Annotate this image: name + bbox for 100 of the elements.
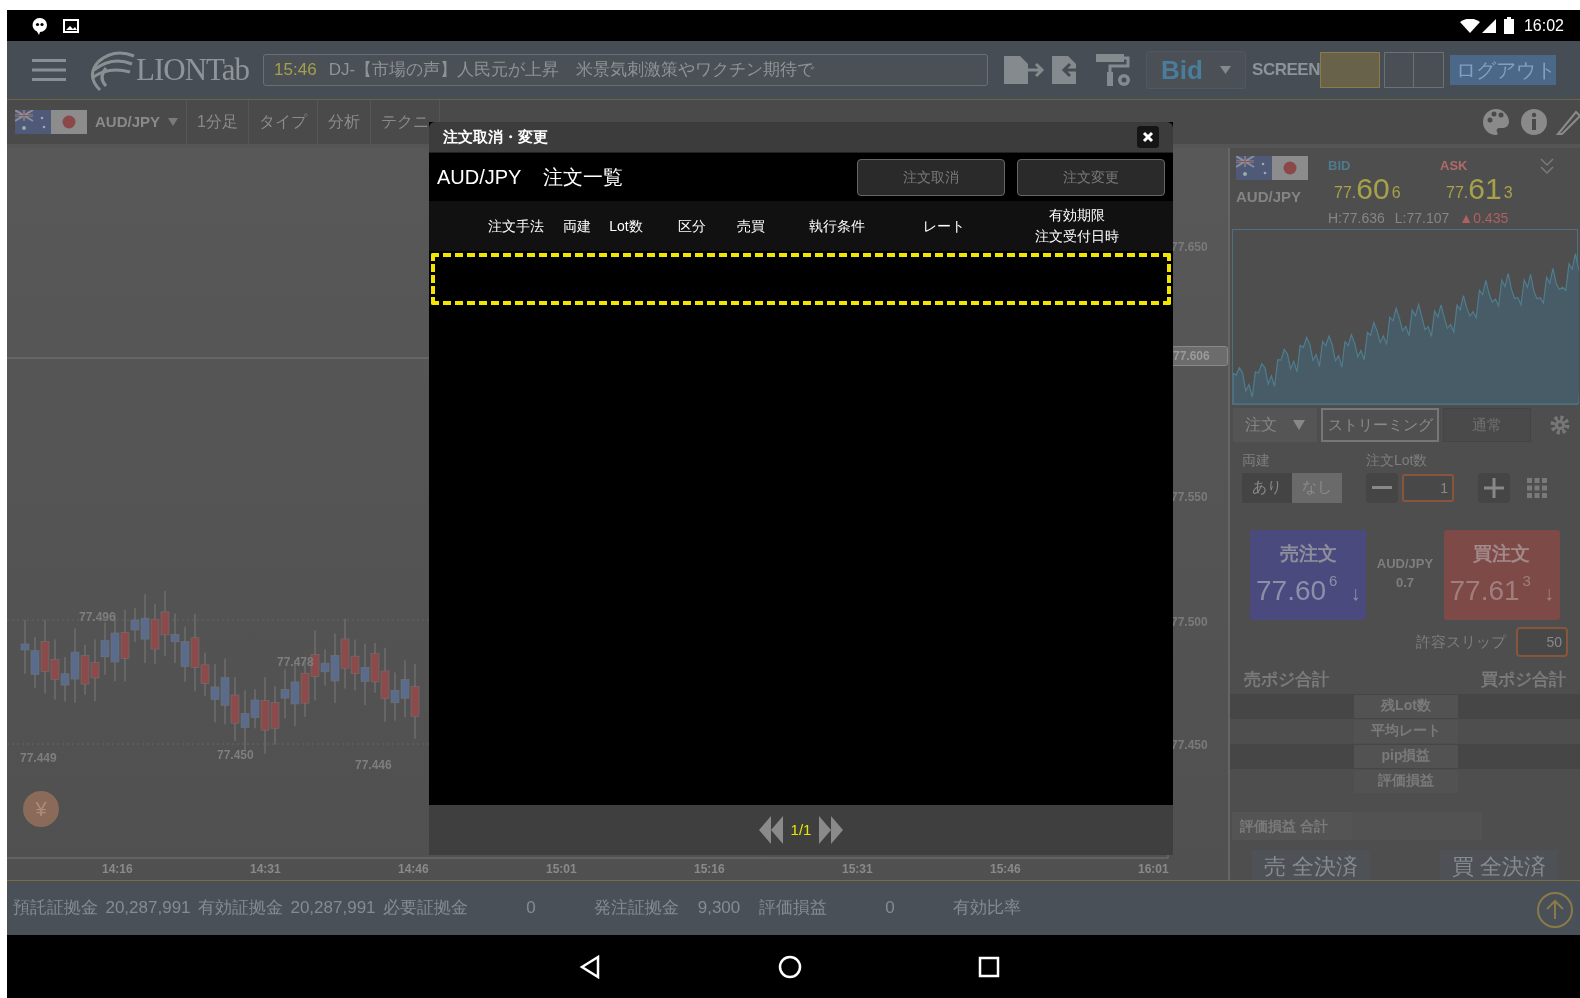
candlestick	[360, 643, 370, 706]
double-chevron-icon[interactable]	[1540, 158, 1554, 176]
candlestick	[340, 618, 350, 689]
time-axis-label: 15:46	[990, 861, 1021, 878]
candlestick	[170, 612, 180, 664]
time-axis-label: 15:16	[694, 861, 725, 878]
candlestick	[90, 638, 100, 702]
hedge-toggle[interactable]: あり	[1242, 472, 1292, 503]
home-icon[interactable]	[777, 954, 802, 979]
palette-icon[interactable]	[1482, 108, 1510, 136]
dialog-title: 注文取消・変更	[443, 126, 548, 147]
candlestick	[20, 619, 30, 675]
candlestick	[230, 676, 240, 742]
caret-icon	[1220, 66, 1232, 74]
time-axis-label: 14:46	[398, 861, 429, 878]
time-axis-label: 14:16	[102, 861, 133, 878]
wifi-icon	[1459, 18, 1480, 33]
account-label: 預託証拠金	[13, 897, 98, 920]
news-ticker[interactable]: 15:46 DJ-【市場の声】人民元が上昇 米景気刺激策やワクチン期待で	[263, 54, 989, 86]
candlestick	[50, 638, 60, 701]
keypad-icon[interactable]	[1526, 476, 1548, 499]
time-axis-label: 14:31	[250, 861, 281, 878]
first-page-icon[interactable]	[758, 816, 783, 844]
lot-input[interactable]: 1	[1402, 473, 1454, 502]
time-axis-label: 15:01	[546, 861, 577, 878]
candlestick	[180, 626, 190, 683]
flags-icon	[15, 110, 87, 134]
toolbar-tab[interactable]: 1分足	[187, 100, 249, 144]
account-value: 0	[884, 897, 896, 920]
currency-button[interactable]: ¥	[23, 791, 59, 827]
candlestick	[270, 685, 280, 746]
dialog-action-button[interactable]: 注文取消	[857, 158, 1005, 196]
caret-icon	[168, 118, 179, 126]
bid-label: BID	[1328, 157, 1352, 175]
caret-icon	[1293, 420, 1305, 431]
news-headline: DJ-【市場の声】人民元が上昇 米景気刺激策やワクチン期待で	[328, 59, 815, 82]
settings-icon[interactable]	[1549, 414, 1571, 437]
low-price: L:77.107	[1394, 208, 1450, 228]
candlestick	[100, 622, 110, 676]
column-header: レート	[922, 216, 966, 236]
column-header: 売買	[736, 216, 766, 236]
recents-icon[interactable]	[977, 955, 1000, 978]
file-export-icon[interactable]	[1002, 54, 1047, 86]
price-type-dropdown[interactable]: Bid	[1146, 51, 1247, 89]
column-header: 執行条件	[808, 216, 866, 236]
close-all-buy-button[interactable]: 買 全決済	[1440, 850, 1558, 880]
column-header: 区分	[677, 216, 707, 236]
price-change: ▲0.435	[1459, 208, 1509, 228]
scroll-up-icon[interactable]	[1536, 891, 1574, 929]
time-axis-label: 16:01	[1138, 861, 1169, 878]
page-indicator: 1/1	[790, 819, 812, 840]
bid-price: 77.606	[1334, 173, 1402, 204]
single-layout-button[interactable]	[1319, 52, 1380, 88]
close-all-sell-button[interactable]: 売 全決済	[1252, 850, 1370, 880]
split-layout-button[interactable]	[1383, 52, 1444, 88]
candlestick	[150, 603, 160, 665]
logout-button[interactable]: ログアウト	[1449, 55, 1556, 85]
candlestick	[210, 663, 220, 723]
menu-icon[interactable]	[32, 58, 66, 82]
account-label: 有効比率	[953, 897, 1021, 920]
account-value: 20,287,991	[104, 897, 192, 920]
flags-icon	[1236, 156, 1308, 180]
dialog-pair: AUD/JPY	[437, 165, 522, 190]
minus-icon	[1372, 485, 1392, 490]
dialog-action-button[interactable]: 注文変更	[1017, 158, 1165, 196]
app-logo: LIONTab	[136, 50, 250, 89]
close-icon	[1142, 131, 1154, 143]
slippage-input[interactable]: 50	[1516, 627, 1568, 658]
time-axis-label: 15:31	[842, 861, 873, 878]
chat-bubble-icon	[31, 16, 49, 35]
image-icon	[63, 18, 79, 33]
screen-label: SCREEN	[1252, 59, 1320, 82]
account-value: 20,287,991	[289, 897, 377, 920]
battery-icon	[1503, 17, 1514, 34]
candlestick	[30, 636, 40, 689]
candlestick	[350, 639, 360, 691]
minus-button[interactable]	[1366, 472, 1398, 503]
info-icon[interactable]	[1520, 108, 1548, 136]
plus-button[interactable]	[1478, 472, 1510, 503]
toolbar-tab[interactable]: タイプ	[248, 100, 318, 144]
account-label: 有効証拠金	[198, 897, 283, 920]
account-value: 9,300	[696, 897, 742, 920]
dialog-heading: 注文一覧	[543, 165, 624, 190]
last-page-icon[interactable]	[819, 816, 844, 844]
account-label: 評価損益	[759, 897, 827, 920]
high-price: H:77.636	[1328, 208, 1385, 228]
back-icon[interactable]	[577, 954, 602, 979]
column-header: 両建	[562, 216, 592, 236]
column-header: 注文手法	[487, 216, 545, 236]
column-header: 注文受付日時	[1035, 227, 1119, 246]
candlestick	[220, 658, 230, 725]
plus-icon	[1484, 477, 1504, 498]
candlestick	[400, 659, 410, 718]
close-button[interactable]	[1137, 126, 1159, 148]
pair-dropdown[interactable]: AUD/JPY	[87, 100, 188, 144]
signal-icon	[1481, 18, 1496, 33]
account-value: 0	[525, 897, 537, 920]
toolbar-tab[interactable]: 分析	[317, 100, 371, 144]
pencil-icon[interactable]	[1556, 108, 1580, 136]
news-time: 15:46	[274, 59, 317, 82]
